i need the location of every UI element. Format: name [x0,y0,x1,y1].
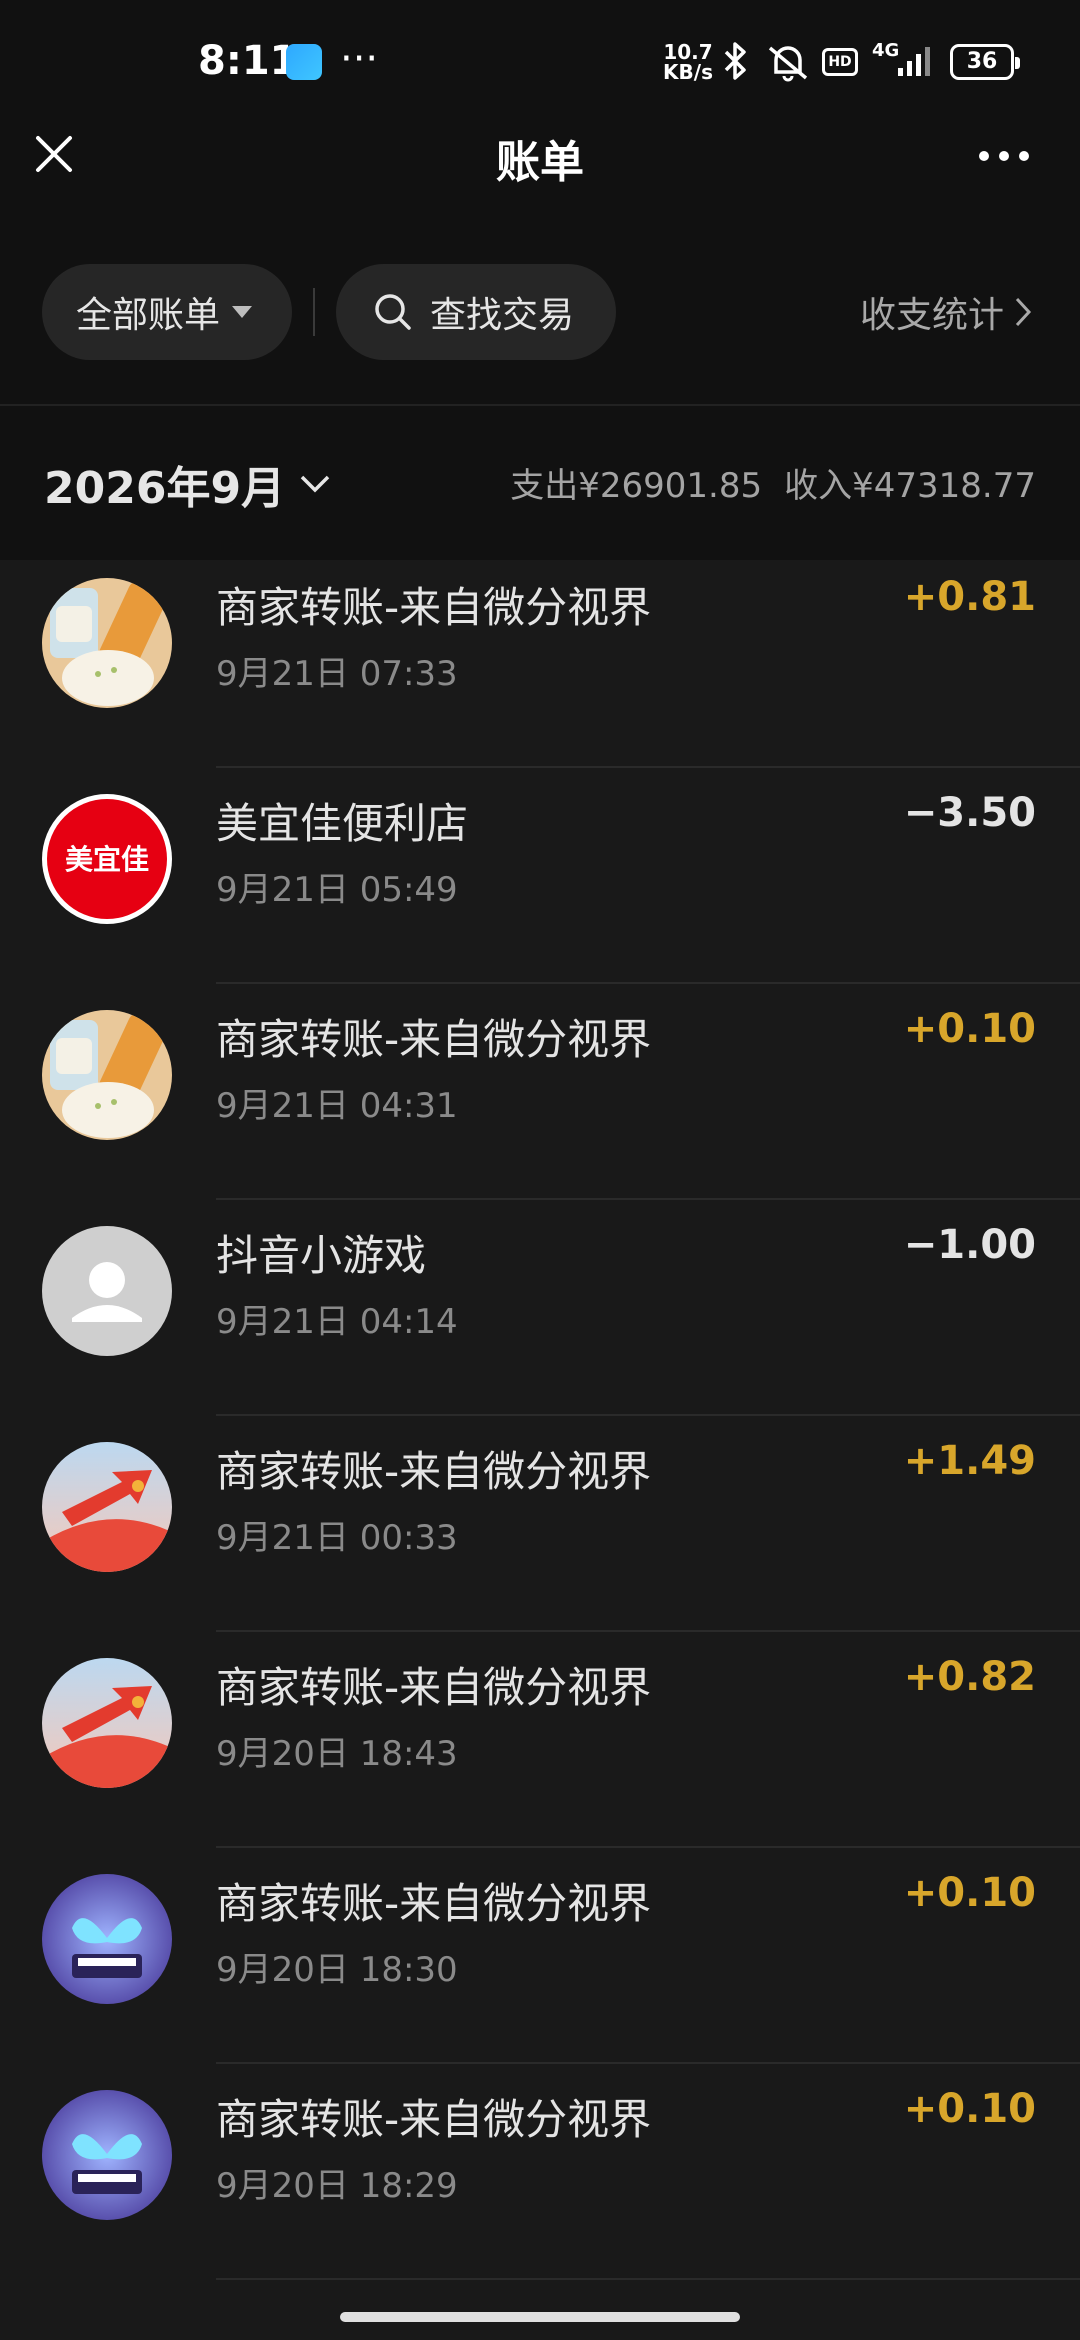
stats-label: 收支统计 [859,295,1004,336]
transaction-time: 9月20日 18:30 [216,1950,458,1990]
butterfly-piano-avatar [42,2090,172,2220]
search-icon [375,294,411,330]
status-time: 8:11 [198,38,298,84]
transaction-name: 商家转账-来自微分视界 [216,583,652,632]
transaction-name: 商家转账-来自微分视界 [216,1447,652,1496]
telegram-notification-icon [286,44,322,80]
transaction-row[interactable]: 商家转账-来自微分视界 9月21日 04:31 +0.10 [0,984,1080,1200]
transaction-time: 9月21日 04:31 [216,1086,458,1126]
transaction-time: 9月21日 07:33 [216,654,458,694]
bluetooth-icon [724,42,746,80]
hd-icon: HD [822,48,858,76]
income-expense-stats-link[interactable]: 收支统计 [860,286,1032,338]
transaction-time: 9月21日 04:14 [216,1302,458,1342]
transaction-list[interactable]: 商家转账-来自微分视界 9月21日 07:33 +0.81 美宜佳 美宜佳便利店 9月21… [0,560,1080,2300]
transaction-time: 9月21日 00:33 [216,1518,458,1558]
month-label: 2026年9月 [44,463,286,514]
month-expense: 支出¥26901.85 [510,466,763,506]
filter-divider [313,288,315,336]
transaction-time: 9月20日 18:29 [216,2166,458,2206]
row-divider [216,2278,1080,2280]
transaction-name: 美宜佳便利店 [216,799,469,848]
transaction-row[interactable]: 商家转账-来自微分视界 9月20日 18:29 +0.10 [0,2064,1080,2280]
meiyijia-logo: 美宜佳 [42,794,172,924]
network-speed-value: 10.7 [663,40,713,64]
transaction-amount: +0.10 [903,1006,1036,1052]
network-speed: 10.7 KB/s [662,42,714,82]
search-label: 查找交易 [430,295,575,336]
month-selector[interactable]: 2026年9月 [44,452,331,516]
search-transactions-button[interactable]: 查找交易 [336,264,616,360]
transaction-row[interactable]: 抖音小游戏 9月21日 04:14 −1.00 [0,1200,1080,1416]
transaction-time: 9月20日 18:43 [216,1734,458,1774]
transaction-name: 商家转账-来自微分视界 [216,1015,652,1064]
transaction-name: 商家转账-来自微分视界 [216,2095,652,2144]
logo-text: 美宜佳 [64,843,149,876]
butterfly-piano-avatar [42,1874,172,2004]
all-bills-filter-button[interactable]: 全部账单 [42,264,292,360]
status-bar: 8:11 ··· 10.7 KB/s HD 4G 36 [0,0,1080,120]
month-income: 收入¥47318.77 [784,466,1036,506]
transaction-amount: +0.81 [903,574,1036,620]
transaction-amount: −3.50 [903,790,1036,836]
transaction-row[interactable]: 商家转账-来自微分视界 9月21日 00:33 +1.49 [0,1416,1080,1632]
caret-down-icon [232,306,253,318]
battery-icon: 36 [950,44,1020,80]
transaction-row[interactable]: 商家转账-来自微分视界 9月21日 07:33 +0.81 [0,560,1080,768]
month-summary: 支出¥26901.85 收入¥47318.77 [488,458,1036,507]
transaction-name: 商家转账-来自微分视界 [216,1879,652,1928]
default-user-avatar [42,1226,172,1356]
more-options-icon[interactable] [978,150,1030,162]
mute-bell-icon [768,46,808,82]
page-title: 账单 [496,137,584,188]
breakfast-avatar [42,578,172,708]
breakfast-avatar [42,1010,172,1140]
red-arrow-avatar [42,1442,172,1572]
home-indicator[interactable] [340,2312,740,2322]
transaction-name: 商家转账-来自微分视界 [216,1663,652,1712]
transaction-amount: +0.82 [903,1654,1036,1700]
chevron-down-icon [300,475,330,493]
all-bills-label: 全部账单 [76,295,221,336]
transaction-amount: +1.49 [903,1438,1036,1484]
transaction-row[interactable]: 美宜佳 美宜佳便利店 9月21日 05:49 −3.50 [0,768,1080,984]
transaction-row[interactable]: 商家转账-来自微分视界 9月20日 18:30 +0.10 [0,1848,1080,2064]
transaction-row[interactable]: 商家转账-来自微分视界 9月20日 18:43 +0.82 [0,1632,1080,1848]
transaction-amount: +0.10 [903,1870,1036,1916]
signal-icon [898,47,930,76]
transaction-amount: −1.00 [903,1222,1036,1268]
transaction-name: 抖音小游戏 [216,1231,427,1280]
chevron-right-icon [1015,297,1032,327]
red-arrow-avatar [42,1658,172,1788]
transaction-amount: +0.10 [903,2086,1036,2132]
transaction-time: 9月21日 05:49 [216,870,458,910]
network-speed-unit: KB/s [663,60,713,84]
more-notifications-icon: ··· [340,36,379,82]
